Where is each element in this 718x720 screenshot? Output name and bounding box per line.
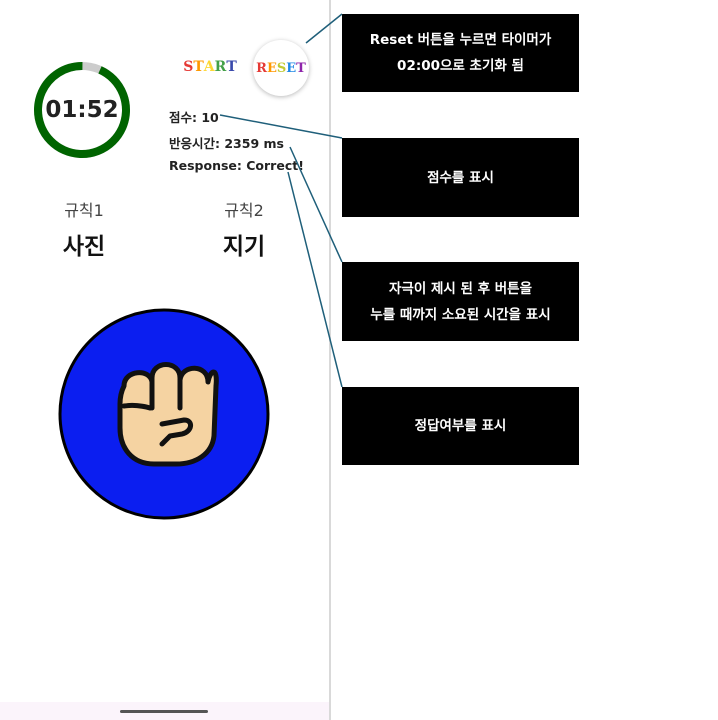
start-button[interactable]: START xyxy=(181,52,239,82)
start-letter: T xyxy=(193,59,204,75)
reset-button[interactable]: RESET xyxy=(253,40,309,96)
reset-letter: E xyxy=(266,60,277,76)
reset-letter: E xyxy=(286,60,297,76)
reset-letter: S xyxy=(276,60,287,76)
callout-reset: Reset 버튼을 누르면 타이머가 02:00으로 초기화 됨 xyxy=(342,14,579,92)
timer-display: 01:52 xyxy=(45,97,119,123)
rule1-label: 규칙1 xyxy=(64,201,104,220)
start-letter: A xyxy=(203,59,215,75)
callout-score: 점수를 표시 xyxy=(342,138,579,217)
reset-letter: R xyxy=(256,60,267,76)
stimulus-button[interactable] xyxy=(58,308,270,520)
fist-icon xyxy=(117,362,219,467)
callout-line: 02:00으로 초기화 됨 xyxy=(397,58,524,74)
rule1-value: 사진 xyxy=(62,234,106,260)
rule2-label: 규칙2 xyxy=(224,201,264,220)
phone-screen: 01:52 START RESET 점수: 10 반응시간: 2359 ms R… xyxy=(0,0,331,720)
callout-response: 정답여부를 표시 xyxy=(342,387,579,465)
start-letter: T xyxy=(226,59,237,75)
score-text: 점수: 10 xyxy=(169,110,219,125)
callout-line: 누를 때까지 소요된 시간을 표시 xyxy=(370,306,551,323)
reset-letter: T xyxy=(296,60,306,76)
start-letter: R xyxy=(214,59,227,75)
callout-line: 정답여부를 표시 xyxy=(414,418,507,434)
callout-line: Reset 버튼을 누르면 타이머가 xyxy=(369,32,552,48)
callout-reaction-time: 자극이 제시 된 후 버튼을 누를 때까지 소요된 시간을 표시 xyxy=(342,262,579,341)
callout-line: 점수를 표시 xyxy=(427,169,494,186)
reaction-time-text: 반응시간: 2359 ms xyxy=(169,136,284,151)
system-navigation-bar xyxy=(0,702,329,720)
rule2-value: 지기 xyxy=(222,234,266,260)
callout-line: 자극이 제시 된 후 버튼을 xyxy=(389,280,532,297)
home-indicator[interactable] xyxy=(120,710,208,713)
start-letter: S xyxy=(183,59,194,75)
response-text: Response: Correct! xyxy=(169,158,304,173)
